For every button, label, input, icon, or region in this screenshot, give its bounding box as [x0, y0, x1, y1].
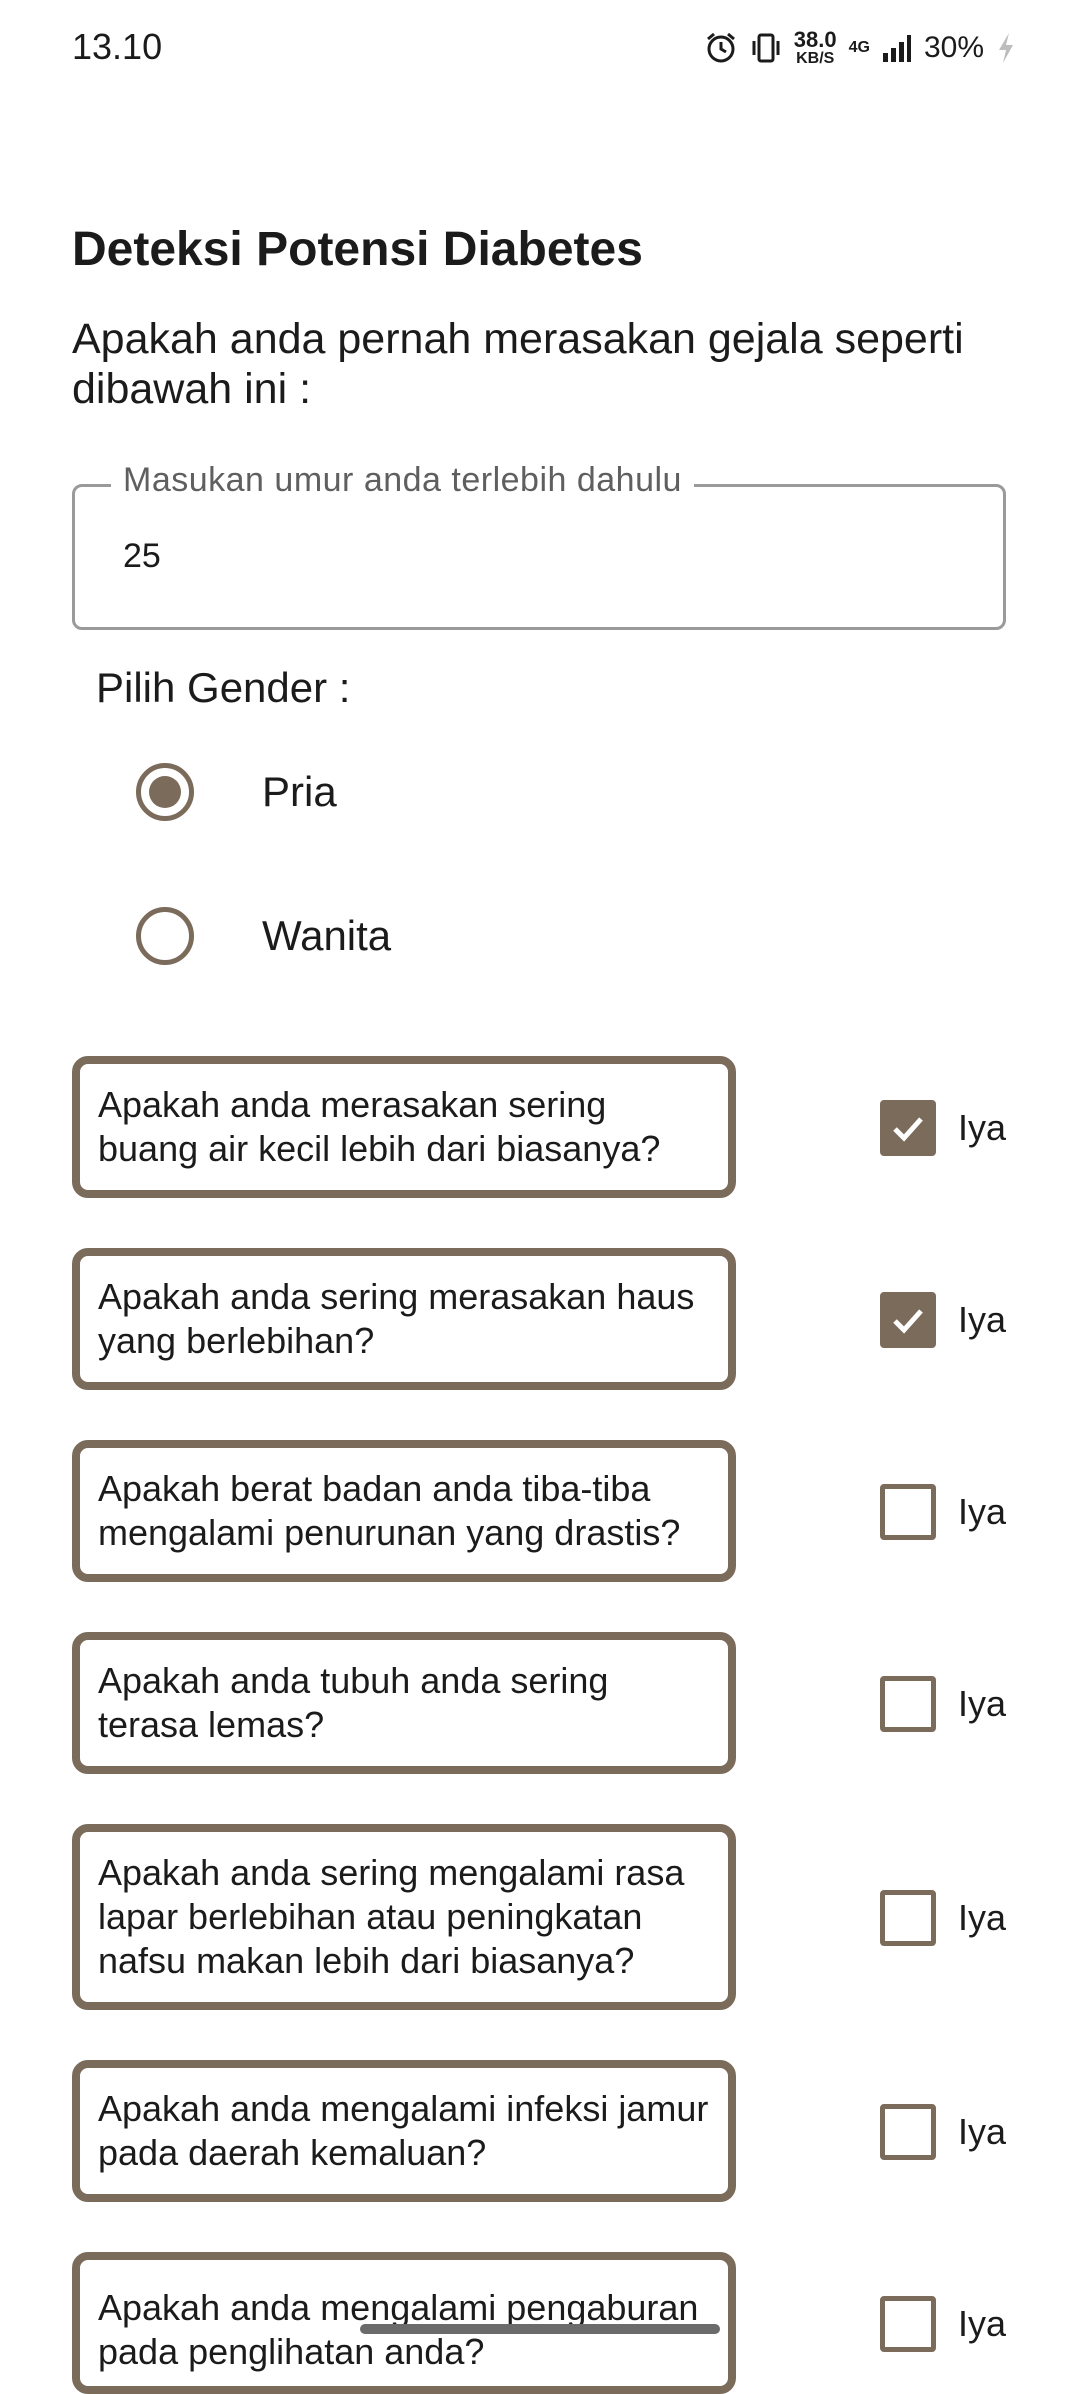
checkbox-label: Iya	[958, 1897, 1007, 1938]
question-card: Apakah anda sering mengalami rasa lapar …	[72, 1824, 736, 2010]
checkbox-label: Iya	[958, 1299, 1007, 1340]
check-icon	[893, 1117, 923, 1142]
status-icons: 38.0 KB/S 4G 30%	[704, 24, 1016, 72]
gender-label: Pilih Gender :	[96, 664, 351, 711]
answer-checkbox-row[interactable]: Iya	[880, 1484, 1006, 1540]
status-time: 13.10	[72, 26, 163, 67]
answer-checkbox-row[interactable]: Iya	[880, 1890, 1006, 1946]
answer-checkbox-row[interactable]: Iya	[880, 1292, 1006, 1348]
checkbox-checked[interactable]	[880, 1292, 936, 1348]
network-speed: 38.0 KB/S	[793, 27, 837, 67]
checkbox-label: Iya	[958, 2111, 1007, 2152]
question-card: Apakah anda tubuh anda sering terasa lem…	[72, 1632, 736, 1774]
radio-button-pria[interactable]	[136, 763, 194, 821]
gender-option-pria[interactable]: Pria	[136, 752, 337, 832]
question-card: Apakah anda mengalami pengaburan pada pe…	[72, 2252, 736, 2394]
checkbox-checked[interactable]	[880, 1100, 936, 1156]
gender-option-wanita[interactable]: Wanita	[136, 896, 391, 976]
gesture-navigation-handle[interactable]	[360, 2324, 720, 2334]
check-icon	[893, 1309, 923, 1334]
radio-selected-dot	[149, 776, 181, 808]
age-field[interactable]: Masukan umur anda terlebih dahulu	[72, 461, 1006, 630]
gender-option-label: Wanita	[262, 912, 392, 959]
radio-button-wanita[interactable]	[136, 907, 194, 965]
battery-percent: 30%	[923, 31, 984, 64]
checkbox-label: Iya	[958, 2303, 1007, 2344]
answer-checkbox-row[interactable]: Iya	[880, 1100, 1006, 1156]
age-field-label: Masukan umur anda terlebih dahulu	[111, 461, 694, 500]
checkbox-unchecked[interactable]	[880, 2104, 936, 2160]
gender-option-label: Pria	[262, 768, 337, 815]
question-card: Apakah berat badan anda tiba-tiba mengal…	[72, 1440, 736, 1582]
answer-checkbox-row[interactable]: Iya	[880, 1676, 1006, 1732]
answer-checkbox-row[interactable]: Iya	[880, 2104, 1006, 2160]
page-title: Deteksi Potensi Diabetes	[72, 223, 643, 276]
checkbox-unchecked[interactable]	[880, 2296, 936, 2352]
answer-checkbox-row[interactable]: Iya	[880, 2296, 1006, 2352]
signal-icon	[882, 33, 912, 63]
checkbox-label: Iya	[958, 1683, 1007, 1724]
network-type: 4G	[848, 39, 870, 56]
checkbox-unchecked[interactable]	[880, 1484, 936, 1540]
status-bar: 13.10 38.0 KB/S 4G 30%	[0, 0, 1080, 96]
vibrate-icon	[750, 31, 782, 65]
page-subtitle: Apakah anda pernah merasakan gejala sepe…	[72, 315, 964, 413]
age-input[interactable]	[123, 537, 943, 576]
question-card: Apakah anda mengalami infeksi jamur pada…	[72, 2060, 736, 2202]
charging-icon	[996, 31, 1016, 65]
checkbox-label: Iya	[958, 1107, 1007, 1148]
alarm-icon	[704, 31, 738, 65]
checkbox-unchecked[interactable]	[880, 1890, 936, 1946]
checkbox-label: Iya	[958, 1491, 1007, 1532]
checkbox-unchecked[interactable]	[880, 1676, 936, 1732]
question-card: Apakah anda merasakan sering buang air k…	[72, 1056, 736, 1198]
question-card: Apakah anda sering merasakan haus yang b…	[72, 1248, 736, 1390]
